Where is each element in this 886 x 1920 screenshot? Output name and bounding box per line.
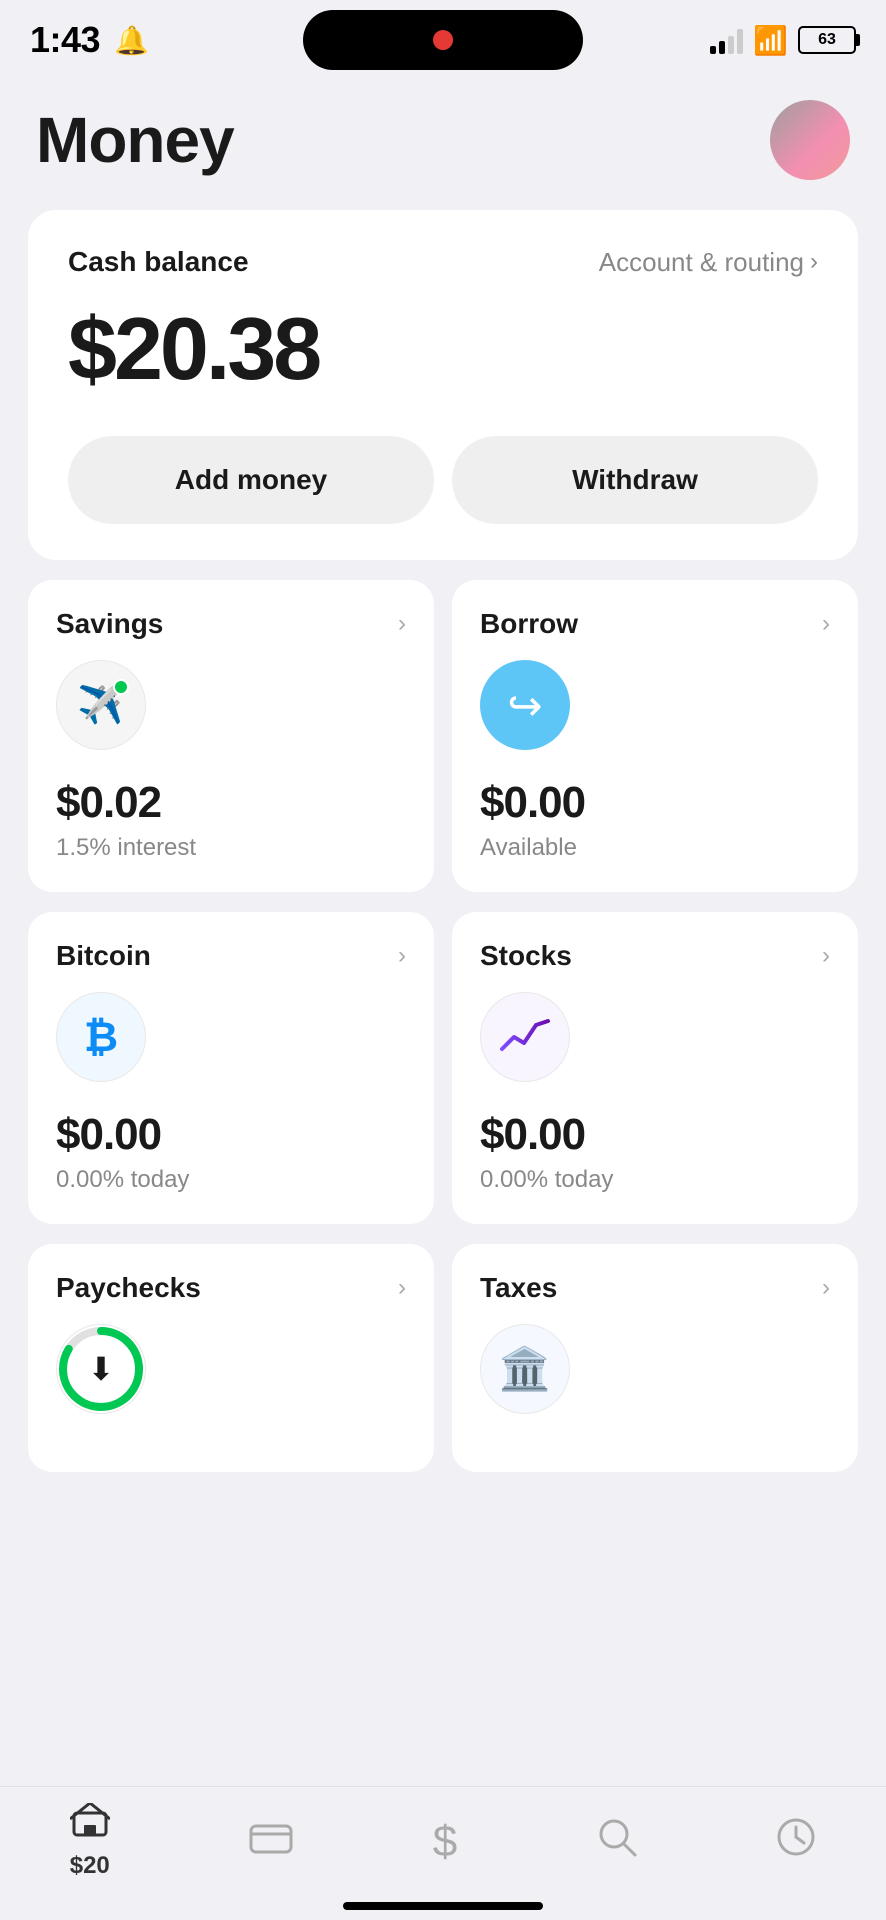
stocks-amount: $0.00 xyxy=(480,1110,830,1160)
savings-title: Savings xyxy=(56,608,163,640)
savings-icon: ✈️ xyxy=(56,660,146,750)
tab-bar: $20 $ xyxy=(0,1786,886,1920)
borrow-chevron-icon: › xyxy=(822,610,830,638)
notification-bell-icon: 🔔 xyxy=(114,24,149,57)
search-tab-icon xyxy=(597,1817,637,1867)
bitcoin-stocks-row: Bitcoin › ₿ $0.00 0.00% today Stocks › xyxy=(28,912,858,1224)
paychecks-card-header: Paychecks › xyxy=(56,1272,406,1304)
avatar[interactable] xyxy=(770,100,850,180)
savings-green-dot xyxy=(113,679,129,695)
taxes-title: Taxes xyxy=(480,1272,557,1304)
savings-borrow-row: Savings › ✈️ $0.02 1.5% interest Borrow … xyxy=(28,580,858,892)
account-routing-text: Account & routing xyxy=(599,247,804,278)
stocks-icon xyxy=(480,992,570,1082)
status-bar: 1:43 🔔 📶 63 xyxy=(0,0,886,80)
signal-icon xyxy=(710,26,743,54)
action-buttons: Add money Withdraw xyxy=(68,436,818,524)
home-indicator xyxy=(343,1902,543,1910)
stocks-chevron-icon: › xyxy=(822,942,830,970)
cash-balance-card: Cash balance Account & routing › $20.38 … xyxy=(28,210,858,560)
tab-items: $20 $ xyxy=(0,1803,886,1880)
bitcoin-symbol-icon: ₿ xyxy=(84,1013,118,1061)
cash-header: Cash balance Account & routing › xyxy=(68,246,818,278)
taxes-icon: 🏛️ xyxy=(480,1324,570,1414)
tab-history[interactable] xyxy=(776,1817,816,1867)
main-content: Cash balance Account & routing › $20.38 … xyxy=(0,210,886,1472)
bitcoin-card-header: Bitcoin › xyxy=(56,940,406,972)
tab-home[interactable]: $20 xyxy=(70,1803,110,1880)
bitcoin-icon: ₿ xyxy=(56,992,146,1082)
tab-dollar[interactable]: $ xyxy=(433,1817,457,1867)
stocks-card-header: Stocks › xyxy=(480,940,830,972)
paychecks-title: Paychecks xyxy=(56,1272,201,1304)
account-routing-link[interactable]: Account & routing › xyxy=(599,247,818,278)
tab-search[interactable] xyxy=(597,1817,637,1867)
savings-card[interactable]: Savings › ✈️ $0.02 1.5% interest xyxy=(28,580,434,892)
bitcoin-subtitle: 0.00% today xyxy=(56,1166,406,1194)
borrow-icon: ↪ xyxy=(480,660,570,750)
paychecks-progress-icon: ⬇ xyxy=(56,1324,146,1414)
taxes-card-header: Taxes › xyxy=(480,1272,830,1304)
status-time: 1:43 xyxy=(30,19,100,61)
signal-bar-4 xyxy=(737,29,743,54)
paychecks-card[interactable]: Paychecks › ⬇ xyxy=(28,1244,434,1472)
notch xyxy=(303,10,583,70)
savings-airplane-wrap: ✈️ xyxy=(77,683,124,727)
signal-bar-2 xyxy=(719,41,725,54)
signal-bar-1 xyxy=(710,46,716,54)
cash-balance-label: Cash balance xyxy=(68,246,249,278)
savings-amount: $0.02 xyxy=(56,778,406,828)
bitcoin-amount: $0.00 xyxy=(56,1110,406,1160)
savings-chevron-icon: › xyxy=(398,610,406,638)
borrow-arrow-icon: ↪ xyxy=(507,681,542,730)
taxes-card[interactable]: Taxes › 🏛️ xyxy=(452,1244,858,1472)
clock-tab-icon xyxy=(776,1817,816,1867)
borrow-card-header: Borrow › xyxy=(480,608,830,640)
savings-card-header: Savings › xyxy=(56,608,406,640)
stocks-subtitle: 0.00% today xyxy=(480,1166,830,1194)
borrow-amount: $0.00 xyxy=(480,778,830,828)
card-tab-icon xyxy=(249,1818,293,1866)
trend-chart-icon xyxy=(500,1017,550,1057)
borrow-subtitle: Available xyxy=(480,834,830,862)
paychecks-chevron-icon: › xyxy=(398,1274,406,1302)
stocks-title: Stocks xyxy=(480,940,572,972)
page-title: Money xyxy=(36,103,234,177)
wifi-icon: 📶 xyxy=(753,24,788,57)
bottom-amount: $20 xyxy=(70,1852,110,1880)
cash-amount: $20.38 xyxy=(68,298,818,400)
bitcoin-chevron-icon: › xyxy=(398,942,406,970)
bank-icon: 🏛️ xyxy=(499,1345,551,1394)
bitcoin-title: Bitcoin xyxy=(56,940,151,972)
withdraw-button[interactable]: Withdraw xyxy=(452,436,818,524)
paychecks-taxes-row: Paychecks › ⬇ Taxes › 🏛️ xyxy=(28,1244,858,1472)
signal-bar-3 xyxy=(728,36,734,54)
stocks-card[interactable]: Stocks › $0.00 0.00% today xyxy=(452,912,858,1224)
battery-indicator: 63 xyxy=(798,26,856,54)
borrow-card[interactable]: Borrow › ↪ $0.00 Available xyxy=(452,580,858,892)
notch-dot xyxy=(433,30,453,50)
tab-card[interactable] xyxy=(249,1818,293,1866)
bitcoin-card[interactable]: Bitcoin › ₿ $0.00 0.00% today xyxy=(28,912,434,1224)
home-tab-icon xyxy=(70,1803,110,1848)
status-right: 📶 63 xyxy=(710,24,856,57)
paychecks-icon: ⬇ xyxy=(56,1324,146,1414)
account-routing-chevron-icon: › xyxy=(810,248,818,276)
header: Money xyxy=(0,80,886,210)
borrow-title: Borrow xyxy=(480,608,578,640)
taxes-chevron-icon: › xyxy=(822,1274,830,1302)
paychecks-download-icon: ⬇ xyxy=(88,1350,115,1388)
savings-subtitle: 1.5% interest xyxy=(56,834,406,862)
add-money-button[interactable]: Add money xyxy=(68,436,434,524)
dollar-tab-icon: $ xyxy=(433,1817,457,1867)
